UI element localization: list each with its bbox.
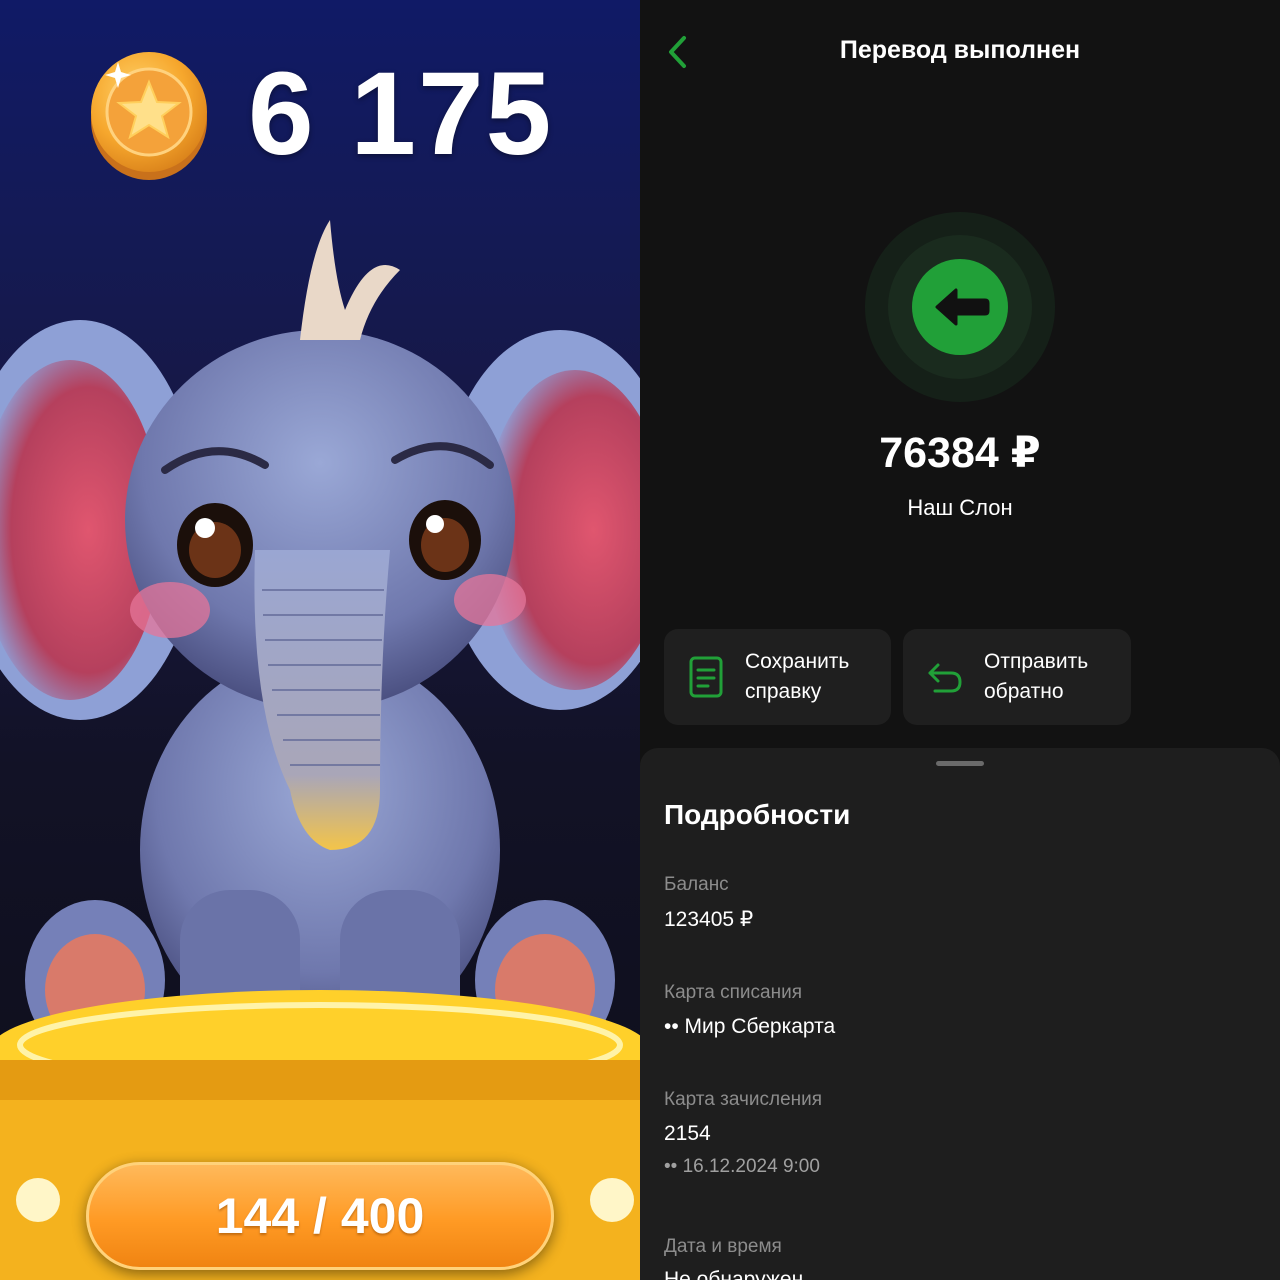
elephant-character[interactable] (0, 190, 640, 1090)
credit-card-value: 2154 (664, 1122, 711, 1145)
credit-card-label: Карта зачисления (664, 1089, 823, 1110)
transfer-status-icon (864, 211, 1056, 403)
datetime-value: Не обнаружен (664, 1268, 804, 1280)
balance-value: 123405 ₽ (664, 908, 754, 931)
save-receipt-label: Сохранить справку (745, 650, 850, 703)
details-title: Подробности (664, 799, 851, 830)
clicker-game-panel: 6 175 144 / 400 (0, 0, 640, 1280)
sheet-drag-handle[interactable] (936, 761, 984, 766)
recipient-name: Наш Слон (907, 495, 1013, 520)
transfer-amount: 76384 ₽ (879, 429, 1041, 477)
debit-card-label: Карта списания (664, 982, 802, 1003)
page-title: Перевод выполнен (839, 36, 1081, 64)
debit-card-value: •• Мир Сберкарта (664, 1015, 836, 1038)
progress-button[interactable]: 144 / 400 (86, 1162, 554, 1270)
send-back-label: Отправить обратно (984, 650, 1089, 703)
document-icon (689, 656, 723, 698)
credit-card-sub: •• 16.12.2024 9:00 (664, 1156, 820, 1177)
send-back-button[interactable]: Отправить обратно (903, 629, 1131, 725)
details-sheet: Подробности Баланс 123405 ₽ Карта списан… (640, 748, 1280, 1280)
save-receipt-button[interactable]: Сохранить справку (664, 629, 891, 725)
return-arrow-icon (928, 663, 962, 693)
bank-transfer-screen: Перевод выполнен 76384 ₽ Наш Слон Сохран… (640, 0, 1280, 1280)
coin-balance: 6 175 (88, 44, 553, 184)
coin-star-icon (88, 48, 210, 180)
progress-label: 144 / 400 (215, 1188, 425, 1244)
coin-count: 6 175 (248, 48, 554, 180)
datetime-label: Дата и время (664, 1236, 782, 1257)
balance-label: Баланс (664, 874, 729, 895)
